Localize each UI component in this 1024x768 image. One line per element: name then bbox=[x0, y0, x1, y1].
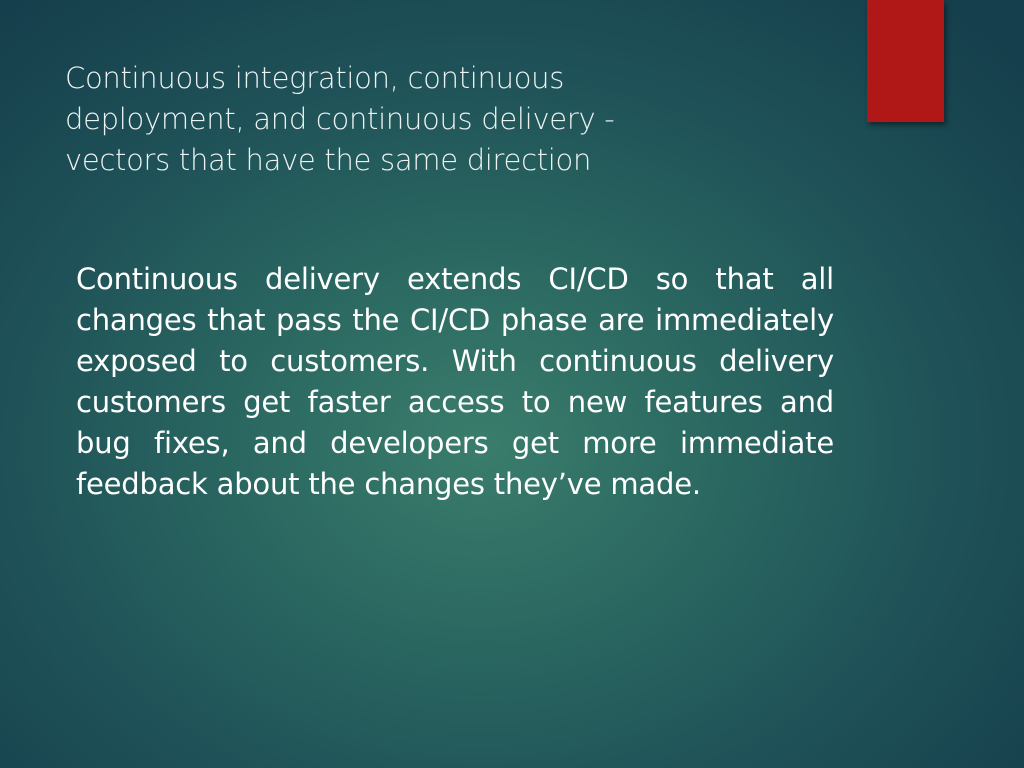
slide-title: Continuous integration, continuous deplo… bbox=[65, 61, 615, 177]
accent-bar bbox=[867, 0, 944, 122]
slide-body-text: Continuous delivery extends CI/CD so tha… bbox=[76, 262, 834, 501]
